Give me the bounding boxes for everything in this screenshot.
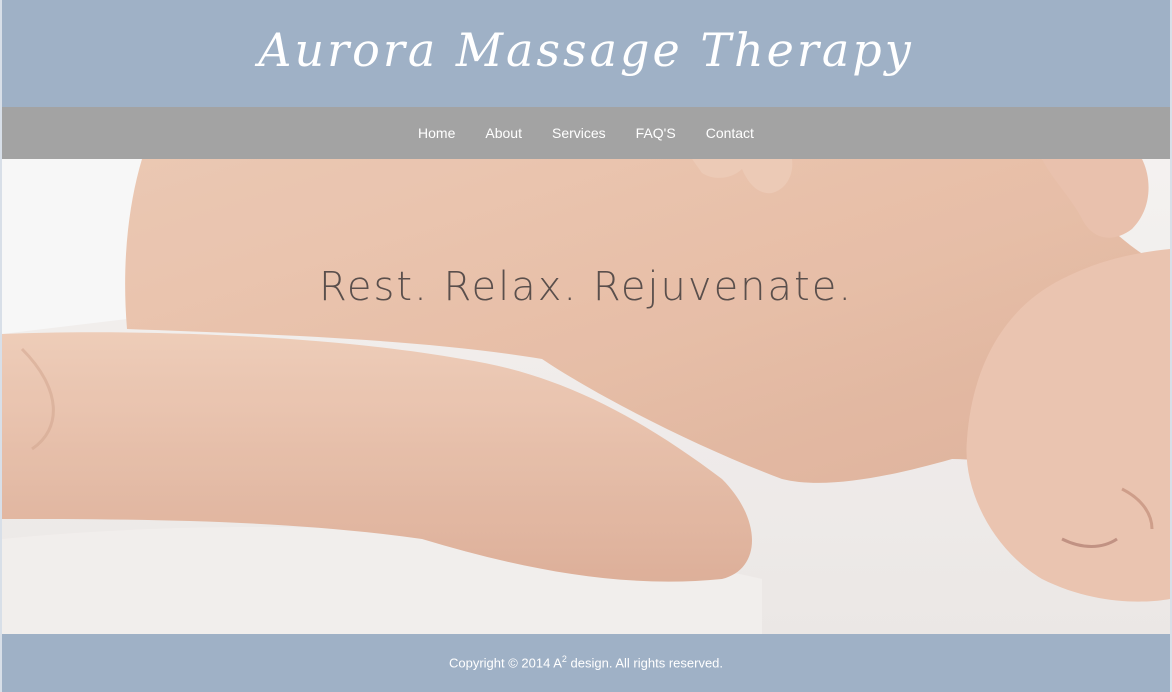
nav-services-link[interactable]: Services [552,125,606,141]
site-footer: Copyright © 2014 A2 design. All rights r… [2,634,1170,692]
site-title[interactable]: Aurora Massage Therapy [258,20,913,80]
nav-items: Home About Services FAQ'S Contact [418,125,754,141]
site-header: Aurora Massage Therapy [2,2,1170,107]
nav-contact-link[interactable]: Contact [706,125,754,141]
hero-tagline: Rest. Relax. Rejuvenate. [318,264,854,310]
nav-about-link[interactable]: About [485,125,522,141]
nav-faqs-link[interactable]: FAQ'S [636,125,676,141]
main-nav: Home About Services FAQ'S Contact [2,107,1170,159]
copyright-prefix: Copyright © 2014 A [448,655,562,671]
copyright-suffix: design. All rights reserved. [566,655,724,671]
hero-massage-image [2,159,1170,634]
page: Aurora Massage Therapy Home About Servic… [2,0,1170,692]
nav-home-link[interactable]: Home [418,125,455,141]
hero-banner: Rest. Relax. Rejuvenate. [2,159,1170,634]
copyright-text: Copyright © 2014 A2 design. All rights r… [449,654,723,670]
